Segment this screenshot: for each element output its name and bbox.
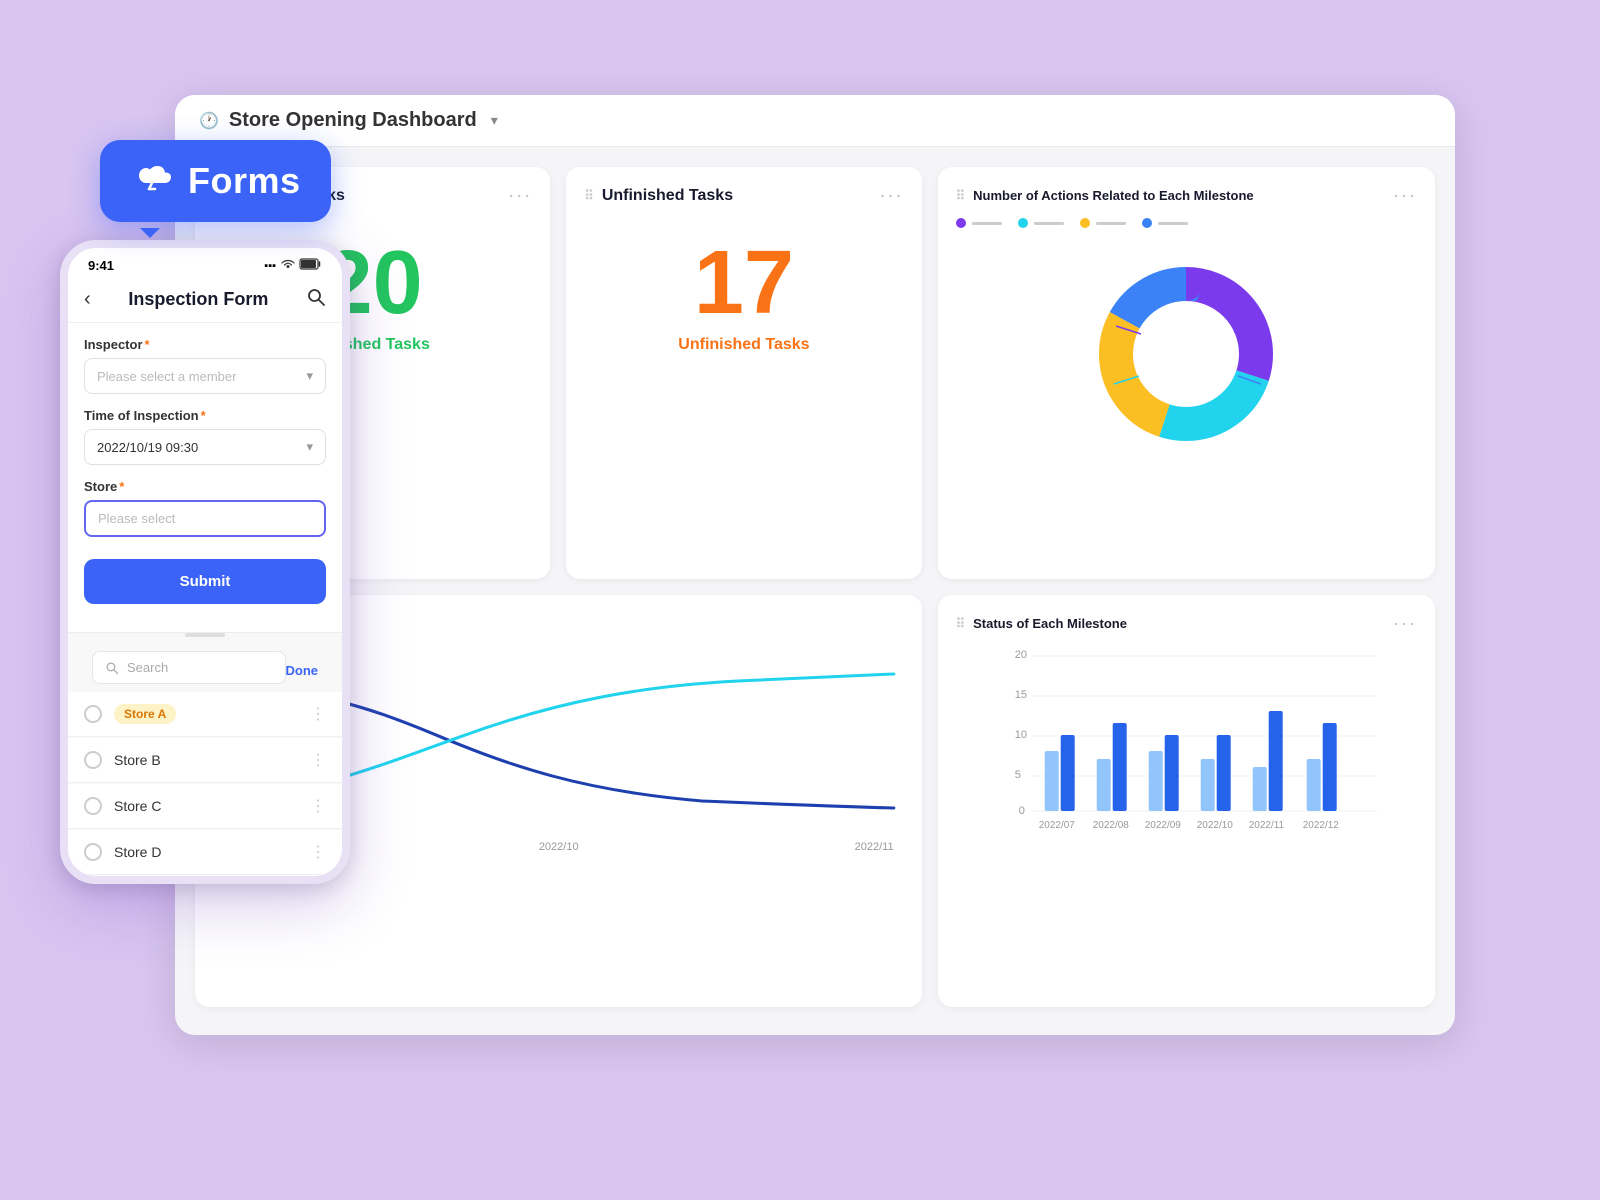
store-label: Store* xyxy=(84,479,326,494)
unfinished-tasks-menu[interactable]: ··· xyxy=(880,185,904,206)
donut-chart-visual xyxy=(956,244,1417,464)
store-item-b[interactable]: Store B ⋮ xyxy=(68,738,342,783)
back-button[interactable]: ‹ xyxy=(84,288,91,311)
search-icon xyxy=(105,661,119,675)
legend-cyan xyxy=(1018,218,1064,228)
legend-yellow xyxy=(1080,218,1126,228)
store-placeholder: Please select xyxy=(98,511,175,526)
dropdown-panel: Search Done Store A ⋮ Store B ⋮ Store C … xyxy=(68,632,342,875)
store-field: Store* Please select xyxy=(84,479,326,537)
cloud-icon xyxy=(130,158,174,204)
time-label: Time of Inspection* xyxy=(84,408,326,423)
status-bar: 9:41 ▪▪▪ xyxy=(68,248,342,279)
store-input[interactable]: Please select xyxy=(84,500,326,537)
time-value: 2022/10/19 09:30 xyxy=(97,440,198,455)
signal-icon: ▪▪▪ xyxy=(264,260,276,272)
donut-chart-card: ⠿ Number of Actions Related to Each Mile… xyxy=(938,167,1435,579)
drag-icon-3: ⠿ xyxy=(956,188,966,204)
unfinished-tasks-value: 17 xyxy=(694,238,794,328)
bar-chart-card: ⠿ Status of Each Milestone ··· 20 15 10 … xyxy=(938,595,1435,1007)
donut-chart-menu[interactable]: ··· xyxy=(1393,185,1417,206)
bar-chart-title: Status of Each Milestone xyxy=(973,616,1127,631)
store-a-menu[interactable]: ⋮ xyxy=(310,704,326,724)
donut-chart-title: Number of Actions Related to Each Milest… xyxy=(973,188,1254,203)
inspector-select[interactable]: Please select a member ▾ xyxy=(84,358,326,394)
forms-bubble: Forms xyxy=(100,140,331,222)
clock-icon: 🕐 xyxy=(199,111,219,131)
dropdown-arrow-icon[interactable]: ▾ xyxy=(491,112,498,129)
svg-text:2022/10: 2022/10 xyxy=(1196,820,1233,831)
svg-text:2022/08: 2022/08 xyxy=(1092,820,1129,831)
dropdown-header-row: Search Done xyxy=(68,641,342,692)
legend-purple xyxy=(956,218,1002,228)
bar-chart-visual: 20 15 10 5 0 xyxy=(956,646,1417,851)
radio-b[interactable] xyxy=(84,751,102,769)
dashboard-header: 🕐 Store Opening Dashboard ▾ xyxy=(175,95,1455,147)
finished-tasks-menu[interactable]: ··· xyxy=(508,185,532,206)
store-c-name: Store C xyxy=(114,798,161,814)
time-display: 9:41 xyxy=(88,258,114,273)
x-label-nov: 2022/11 xyxy=(855,841,894,853)
svg-text:20: 20 xyxy=(1014,649,1026,661)
phone-wrapper: 9:41 ▪▪▪ ‹ Inspection Form xyxy=(60,240,350,884)
required-star-time: * xyxy=(201,408,206,423)
done-button[interactable]: Done xyxy=(286,655,331,678)
inspector-label: Inspector* xyxy=(84,337,326,352)
radio-c[interactable] xyxy=(84,797,102,815)
time-select[interactable]: 2022/10/19 09:30 ▾ xyxy=(84,429,326,465)
unfinished-tasks-subtitle: Unfinished Tasks xyxy=(678,336,809,354)
dashboard-panel: 🕐 Store Opening Dashboard ▾ ⠿ Finished T… xyxy=(175,95,1455,1035)
battery-icon xyxy=(300,258,322,273)
status-icons: ▪▪▪ xyxy=(264,258,322,273)
store-item-d[interactable]: Store D ⋮ xyxy=(68,830,342,875)
submit-button[interactable]: Submit xyxy=(84,559,326,604)
radio-d[interactable] xyxy=(84,843,102,861)
svg-text:2022/09: 2022/09 xyxy=(1144,820,1181,831)
svg-text:2022/12: 2022/12 xyxy=(1302,820,1339,831)
search-placeholder: Search xyxy=(127,660,273,675)
inspector-field: Inspector* Please select a member ▾ xyxy=(84,337,326,394)
scroll-indicator xyxy=(185,633,225,637)
svg-text:5: 5 xyxy=(1014,769,1020,781)
svg-text:2022/11: 2022/11 xyxy=(1248,820,1284,831)
wifi-icon xyxy=(280,258,296,273)
search-button[interactable] xyxy=(306,287,326,312)
inspector-placeholder: Please select a member xyxy=(97,369,236,384)
required-star-store: * xyxy=(119,479,124,494)
drag-icon-4: ⠿ xyxy=(956,616,966,632)
unfinished-tasks-title: Unfinished Tasks xyxy=(602,187,733,205)
store-b-name: Store B xyxy=(114,752,161,768)
store-a-badge: Store A xyxy=(114,704,176,724)
form-content: Inspector* Please select a member ▾ Time… xyxy=(68,323,342,632)
form-title: Inspection Form xyxy=(128,289,268,310)
drag-icon-2: ⠿ xyxy=(584,188,594,204)
store-item-a[interactable]: Store A ⋮ xyxy=(68,692,342,737)
select-arrow-icon: ▾ xyxy=(306,368,313,384)
store-c-menu[interactable]: ⋮ xyxy=(310,796,326,816)
store-item-c[interactable]: Store C ⋮ xyxy=(68,784,342,829)
search-bar[interactable]: Search xyxy=(92,651,286,684)
store-d-name: Store D xyxy=(114,844,161,860)
svg-text:10: 10 xyxy=(1014,729,1026,741)
forms-label: Forms xyxy=(188,160,301,202)
time-field: Time of Inspection* 2022/10/19 09:30 ▾ xyxy=(84,408,326,465)
unfinished-tasks-card: ⠿ Unfinished Tasks ··· 17 Unfinished Tas… xyxy=(566,167,921,579)
bar-chart-menu[interactable]: ··· xyxy=(1393,613,1417,634)
store-d-menu[interactable]: ⋮ xyxy=(310,842,326,862)
phone-frame: 9:41 ▪▪▪ ‹ Inspection Form xyxy=(60,240,350,884)
x-label-oct: 2022/10 xyxy=(539,841,579,853)
svg-text:2022/07: 2022/07 xyxy=(1038,820,1075,831)
store-b-menu[interactable]: ⋮ xyxy=(310,750,326,770)
svg-text:0: 0 xyxy=(1018,805,1024,817)
dashboard-title: Store Opening Dashboard xyxy=(229,109,477,132)
radio-a[interactable] xyxy=(84,705,102,723)
phone-nav: ‹ Inspection Form xyxy=(68,279,342,323)
time-arrow-icon: ▾ xyxy=(306,439,313,455)
required-star-inspector: * xyxy=(145,337,150,352)
svg-text:15: 15 xyxy=(1014,689,1026,701)
legend-blue xyxy=(1142,218,1188,228)
